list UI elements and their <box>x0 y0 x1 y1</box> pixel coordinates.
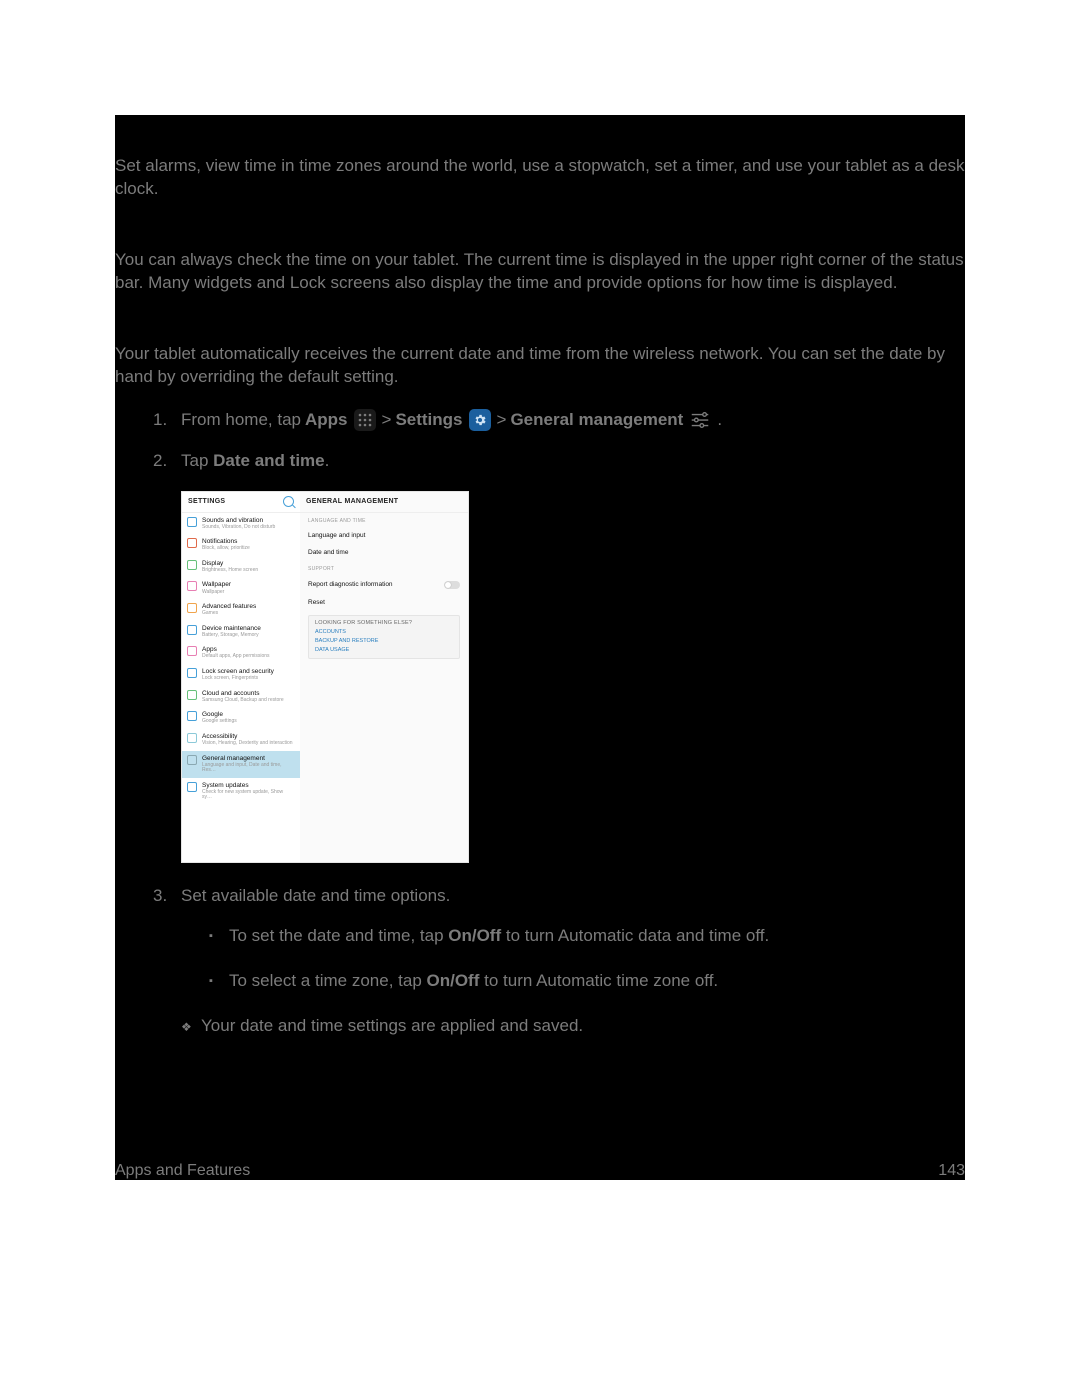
shot-row-date-time[interactable]: Date and time <box>300 544 468 561</box>
check-time-paragraph: You can always check the time on your ta… <box>115 249 965 295</box>
bullet-set-date: To set the date and time, tap On/Off to … <box>209 925 965 948</box>
step-1: From home, tap Apps > <box>181 409 965 432</box>
step2-text-c: . <box>325 451 330 470</box>
result-bullet: Your date and time settings are applied … <box>181 1015 965 1038</box>
search-icon[interactable] <box>283 496 294 507</box>
sidebar-item-title: General management <box>202 755 294 762</box>
sidebar-item-icon <box>187 603 197 613</box>
shot-card-link[interactable]: BACKUP AND RESTORE <box>315 638 453 644</box>
sidebar-item-subtitle: Google settings <box>202 719 237 725</box>
sidebar-item[interactable]: Sounds and vibrationSounds, Vibration, D… <box>182 513 300 535</box>
sidebar-item-icon <box>187 782 197 792</box>
sidebar-item[interactable]: Device maintenanceBattery, Storage, Memo… <box>182 621 300 643</box>
footer-section: Apps and Features <box>115 1162 250 1180</box>
step-3: Set available date and time options. <box>181 885 965 908</box>
sidebar-item[interactable]: NotificationsBlock, allow, prioritize <box>182 534 300 556</box>
sidebar-item[interactable]: Advanced featuresGames <box>182 599 300 621</box>
shot-row-reset[interactable]: Reset <box>300 594 468 611</box>
settings-gear-icon <box>469 409 491 431</box>
shot-left-title: SETTINGS <box>188 498 225 506</box>
step1-text-a: From home, tap <box>181 409 301 432</box>
intro-paragraph: Set alarms, view time in time zones arou… <box>115 155 965 201</box>
sidebar-item-subtitle: Check for new system update, Show sy… <box>202 790 294 801</box>
sidebar-item[interactable]: AppsDefault apps, App permissions <box>182 642 300 664</box>
shot-card-link[interactable]: ACCOUNTS <box>315 629 453 635</box>
shot-row-report[interactable]: Report diagnostic information <box>300 576 468 594</box>
sidebar-item-icon <box>187 646 197 656</box>
sidebar-item-icon <box>187 733 197 743</box>
sidebar-item-subtitle: Wallpaper <box>202 590 231 596</box>
sidebar-item-title: Accessibility <box>202 733 293 740</box>
sidebar-item-title: Cloud and accounts <box>202 690 284 697</box>
sliders-icon <box>689 409 711 431</box>
step1-settings-label: Settings <box>395 409 462 432</box>
result-text: Your date and time settings are applied … <box>181 1015 965 1038</box>
sidebar-item-subtitle: Samsung Cloud, Backup and restore <box>202 698 284 704</box>
step-2: Tap Date and time. <box>181 450 965 473</box>
sidebar-item[interactable]: Wallpaper Wallpaper <box>182 577 300 599</box>
shot-section-lang: LANGUAGE AND TIME <box>300 513 468 528</box>
sidebar-item[interactable]: Cloud and accountsSamsung Cloud, Backup … <box>182 686 300 708</box>
sidebar-item-title: Advanced features <box>202 603 256 610</box>
shot-card-title: LOOKING FOR SOMETHING ELSE? <box>315 620 453 626</box>
step2-date-and-time: Date and time <box>213 451 324 470</box>
sidebar-item-icon <box>187 755 197 765</box>
step2-text-a: Tap <box>181 451 213 470</box>
shot-section-support: SUPPORT <box>300 561 468 576</box>
sidebar-item-subtitle: Block, allow, prioritize <box>202 546 250 552</box>
sidebar-item-icon <box>187 668 197 678</box>
sidebar-item[interactable]: GoogleGoogle settings <box>182 707 300 729</box>
step1-sep-c: > <box>497 409 507 432</box>
steps-list-cont: Set available date and time options. <box>115 885 965 908</box>
sidebar-item[interactable]: General managementLanguage and input, Da… <box>182 751 300 778</box>
sidebar-item-icon <box>187 690 197 700</box>
sidebar-item-title: Notifications <box>202 538 250 545</box>
sidebar-item-title: System updates <box>202 782 294 789</box>
sidebar-item-icon <box>187 517 197 527</box>
sidebar-item-icon <box>187 581 197 591</box>
sidebar-item-subtitle: Brightness, Home screen <box>202 568 258 574</box>
sidebar-item-subtitle: Vision, Hearing, Dexterity and interacti… <box>202 741 293 747</box>
shot-right-title: GENERAL MANAGEMENT <box>306 498 398 506</box>
sidebar-item-subtitle: Language and input, Date and time, Res… <box>202 763 294 774</box>
step1-sep-b: > <box>382 409 392 432</box>
footer-page-number: 143 <box>938 1162 965 1180</box>
sidebar-item[interactable]: DisplayBrightness, Home screen <box>182 556 300 578</box>
auto-time-paragraph: Your tablet automatically receives the c… <box>115 343 965 389</box>
sidebar-item-subtitle: Sounds, Vibration, Do not disturb <box>202 525 275 531</box>
sidebar-item[interactable]: System updatesCheck for new system updat… <box>182 778 300 805</box>
sidebar-item-title: Sounds and vibration <box>202 517 275 524</box>
settings-screenshot: SETTINGS Sounds and vibrationSounds, Vib… <box>181 491 469 863</box>
sidebar-item-title: Display <box>202 560 258 567</box>
sidebar-item-title: Wallpaper <box>202 581 231 588</box>
sidebar-item-icon <box>187 538 197 548</box>
shot-row-language-input[interactable]: Language and input <box>300 527 468 544</box>
steps-list: From home, tap Apps > <box>115 409 965 473</box>
step1-apps-label: Apps <box>305 409 348 432</box>
sub-bullets: To set the date and time, tap On/Off to … <box>209 925 965 993</box>
step1-gm-label: General management <box>510 409 683 432</box>
shot-row-report-label: Report diagnostic information <box>308 581 393 588</box>
shot-looking-card: LOOKING FOR SOMETHING ELSE? ACCOUNTS BAC… <box>308 615 460 659</box>
shot-card-link[interactable]: DATA USAGE <box>315 647 453 653</box>
sidebar-item-title: Lock screen and security <box>202 668 274 675</box>
sidebar-item-icon <box>187 711 197 721</box>
sidebar-item-subtitle: Games <box>202 611 256 617</box>
sidebar-item-subtitle: Lock screen, Fingerprints <box>202 676 274 682</box>
sidebar-item-icon <box>187 560 197 570</box>
sidebar-item-icon <box>187 625 197 635</box>
sidebar-item-subtitle: Battery, Storage, Memory <box>202 633 261 639</box>
apps-grid-icon <box>354 409 376 431</box>
sidebar-item[interactable]: AccessibilityVision, Hearing, Dexterity … <box>182 729 300 751</box>
sidebar-item-title: Device maintenance <box>202 625 261 632</box>
toggle-off-icon[interactable] <box>444 581 460 589</box>
bullet-set-tz: To select a time zone, tap On/Off to tur… <box>209 970 965 993</box>
sidebar-item-title: Apps <box>202 646 270 653</box>
step1-period: . <box>717 409 722 432</box>
sidebar-item[interactable]: Lock screen and securityLock screen, Fin… <box>182 664 300 686</box>
sidebar-item-title: Google <box>202 711 237 718</box>
sidebar-item-subtitle: Default apps, App permissions <box>202 654 270 660</box>
